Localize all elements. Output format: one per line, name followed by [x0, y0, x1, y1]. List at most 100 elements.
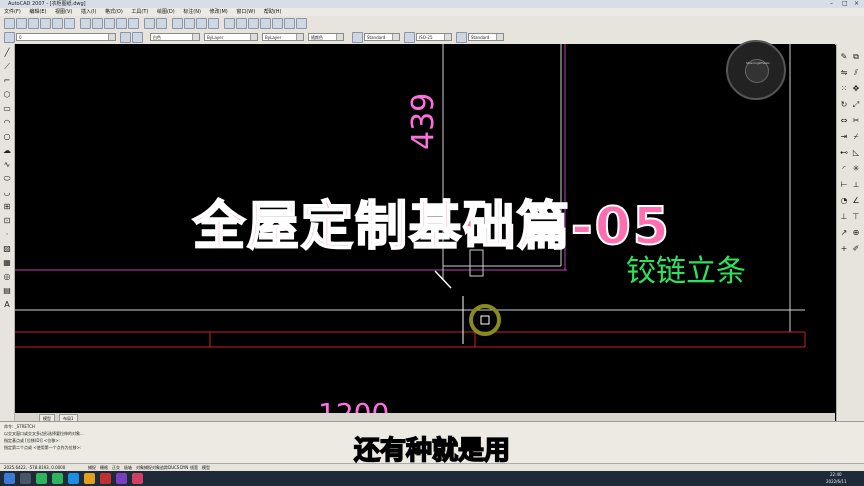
menu-help[interactable]: 帮助(H)	[264, 8, 282, 16]
redo-icon[interactable]	[156, 18, 167, 29]
explode-icon[interactable]: ✳	[851, 164, 861, 174]
table-icon[interactable]: ▤	[2, 286, 12, 296]
join-icon[interactable]: ⊷	[839, 148, 849, 158]
video-subtitle: 还有种就是用	[353, 435, 511, 467]
line-icon[interactable]: ╱	[2, 48, 12, 58]
zoom-previous-icon[interactable]	[208, 18, 219, 29]
wechat-work-icon[interactable]	[52, 473, 63, 484]
copy-icon[interactable]	[92, 18, 103, 29]
mirror-icon[interactable]: ⇋	[839, 68, 849, 78]
gradient-icon[interactable]: ▦	[2, 258, 12, 268]
menu-view[interactable]: 视图(V)	[55, 8, 72, 16]
polygon-icon[interactable]: ⬡	[2, 90, 12, 100]
tool-palettes-icon[interactable]	[248, 18, 259, 29]
copy-object-icon[interactable]: ⧉	[851, 52, 861, 62]
design-center-icon[interactable]	[236, 18, 247, 29]
chamfer-icon[interactable]: ◺	[851, 148, 861, 158]
fillet-icon[interactable]: ◜	[839, 164, 849, 174]
color-combo[interactable]: 白色	[150, 33, 200, 41]
layer-manager-icon[interactable]	[4, 32, 15, 43]
calculator-icon[interactable]	[284, 18, 295, 29]
menu-dimension[interactable]: 标注(N)	[183, 8, 201, 16]
rectangle-icon[interactable]: ▭	[2, 104, 12, 114]
menu-format[interactable]: 格式(O)	[105, 8, 123, 16]
move-icon[interactable]: ✥	[851, 84, 861, 94]
menu-modify[interactable]: 修改(M)	[210, 8, 228, 16]
browser-icon[interactable]	[68, 473, 79, 484]
layout-tab-bar: 模型 布局1	[15, 413, 835, 423]
rotate-icon[interactable]: ↻	[839, 100, 849, 110]
plotstyle-combo[interactable]: 随颜色	[308, 33, 344, 41]
lineweight-combo[interactable]: ByLayer	[262, 33, 304, 41]
close-button[interactable]: ×	[854, 0, 859, 8]
offset-icon[interactable]: ⫽	[851, 68, 861, 78]
spline-icon[interactable]: ∿	[2, 160, 12, 170]
menu-insert[interactable]: 插入(I)	[81, 8, 96, 16]
circle-icon[interactable]: ○	[2, 132, 12, 142]
layer-previous-icon[interactable]	[132, 32, 143, 43]
properties-toolbar: 0 白色 ByLayer ByLayer 随颜色 Standard ISO-25…	[0, 30, 864, 45]
region-icon[interactable]: ◎	[2, 272, 12, 282]
search-icon[interactable]	[20, 473, 31, 484]
table-style-combo[interactable]: Standard	[468, 33, 504, 41]
recorder-icon[interactable]	[132, 473, 143, 484]
trim-icon[interactable]: ✂	[851, 116, 861, 126]
ellipse-icon[interactable]: ⬭	[2, 174, 12, 184]
pan-icon[interactable]	[172, 18, 183, 29]
folder-icon[interactable]	[84, 473, 95, 484]
standard-toolbar	[0, 16, 864, 31]
array-icon[interactable]: ⁙	[839, 84, 849, 94]
layer-combo[interactable]: 0	[16, 33, 116, 41]
cut-icon[interactable]	[80, 18, 91, 29]
autocad-taskbar-icon[interactable]	[100, 473, 111, 484]
dim-style-combo[interactable]: ISO-25	[416, 33, 452, 41]
preview-icon[interactable]	[52, 18, 63, 29]
publish-icon[interactable]	[64, 18, 75, 29]
text-style-icon[interactable]	[352, 32, 363, 43]
zoom-window-icon[interactable]	[196, 18, 207, 29]
scale-icon[interactable]: ⤢	[851, 100, 861, 110]
new-icon[interactable]	[4, 18, 15, 29]
markup-icon[interactable]	[272, 18, 283, 29]
print-icon[interactable]	[40, 18, 51, 29]
make-object-layer-current-icon[interactable]	[120, 32, 131, 43]
linetype-combo[interactable]: ByLayer	[204, 33, 258, 41]
zoom-realtime-icon[interactable]	[184, 18, 195, 29]
properties-icon[interactable]	[224, 18, 235, 29]
erase-icon[interactable]: ✎	[839, 52, 849, 62]
undo-icon[interactable]	[144, 18, 155, 29]
snap-marker-box	[480, 315, 490, 325]
paste-icon[interactable]	[104, 18, 115, 29]
save-icon[interactable]	[28, 18, 39, 29]
menu-tools[interactable]: 工具(T)	[131, 8, 148, 16]
break-icon[interactable]: ⌿	[851, 132, 861, 142]
construction-line-icon[interactable]: ⟋	[2, 62, 12, 72]
menu-bar: 文件(F) 编辑(E) 视图(V) 插入(I) 格式(O) 工具(T) 绘图(D…	[0, 8, 864, 16]
multiline-text-icon[interactable]: A	[2, 300, 12, 310]
dim-style-icon[interactable]	[404, 32, 415, 43]
app-icon[interactable]	[116, 473, 127, 484]
navigation-wheel[interactable]: SteeringWheels	[726, 40, 786, 100]
match-properties-icon[interactable]	[116, 18, 127, 29]
menu-edit[interactable]: 编辑(E)	[29, 8, 46, 16]
block-editor-icon[interactable]	[128, 18, 139, 29]
navigation-wheel-center[interactable]: SteeringWheels	[745, 59, 770, 83]
table-style-icon[interactable]	[456, 32, 467, 43]
menu-window[interactable]: 窗口(W)	[236, 8, 255, 16]
maximize-button[interactable]: □	[842, 0, 848, 8]
menu-draw[interactable]: 绘图(D)	[157, 8, 175, 16]
stretch-icon[interactable]: ⇔	[839, 116, 849, 126]
open-icon[interactable]	[16, 18, 27, 29]
start-icon[interactable]	[4, 473, 15, 484]
help-icon[interactable]	[296, 18, 307, 29]
sheet-set-icon[interactable]	[260, 18, 271, 29]
menu-file[interactable]: 文件(F)	[4, 8, 21, 16]
text-style-combo[interactable]: Standard	[364, 33, 400, 41]
revision-cloud-icon[interactable]: ☁	[2, 146, 12, 156]
arc-icon[interactable]: ◠	[2, 118, 12, 128]
minimize-button[interactable]: –	[830, 0, 833, 8]
polyline-icon[interactable]: ⌐	[2, 76, 12, 86]
extend-icon[interactable]: ⇥	[839, 132, 849, 142]
wechat-icon[interactable]	[36, 473, 47, 484]
dimension-vertical-text: 439	[406, 92, 441, 150]
